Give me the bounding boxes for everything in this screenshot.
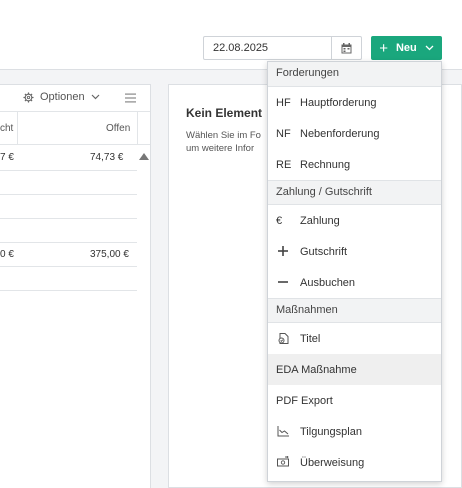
table-cell-offen: 375,00 € [90,249,129,260]
menu-item-pdf-export[interactable]: PDF Export [268,385,441,416]
new-button[interactable]: + Neu [371,36,442,60]
menu-item-zahlung[interactable]: € Zahlung [268,205,441,236]
menu-item-label: EDA Maßnahme [276,363,357,376]
table-header: cht Offen [0,112,150,145]
column-header-partial[interactable]: cht [0,123,13,134]
menu-item-titel[interactable]: Titel [268,323,441,354]
date-input[interactable]: 22.08.2025 [203,36,332,60]
menu-item-rechnung[interactable]: RE Rechnung [268,149,441,180]
euro-icon: € [276,214,283,227]
top-bar [0,0,462,26]
menu-item-eda-massnahme[interactable]: EDA Maßnahme [268,354,441,385]
section-header-forderungen: Forderungen [268,62,441,87]
table-cell: 7 € [0,152,14,163]
column-header-offen[interactable]: Offen [106,123,130,134]
row-divider [0,218,137,219]
menu-item-label: Gutschrift [300,245,348,258]
items-table-panel: Optionen cht Offen 7 € 74,73 € 0 € 375,0… [0,84,151,488]
menu-item-label: Hauptforderung [300,96,377,109]
menu-item-label: Titel [300,332,321,345]
table-cell-offen: 74,73 € [90,152,124,163]
menu-item-ueberweisung[interactable]: Überweisung [268,447,441,478]
hamburger-menu-icon[interactable] [125,93,136,103]
menu-item-label: Tilgungsplan [300,425,362,438]
table-toolbar: Optionen [0,85,150,112]
calendar-button[interactable] [331,36,362,60]
row-divider [0,242,137,243]
menu-item-abbr: HF [276,96,291,109]
menu-item-hauptforderung[interactable]: HF Hauptforderung [268,87,441,118]
new-button-label: Neu [395,42,417,54]
row-divider [0,290,137,291]
chevron-down-icon [425,45,434,51]
minus-icon [276,275,290,289]
money-transfer-icon [276,455,290,469]
menu-item-label: Zahlung [300,214,340,227]
section-header-massnahmen: Maßnahmen [268,298,441,323]
menu-item-label: PDF Export [276,394,333,407]
column-divider [17,112,18,144]
row-divider [0,194,137,195]
table-cell: 0 € [0,249,14,260]
menu-item-tilgungsplan[interactable]: Tilgungsplan [268,416,441,447]
section-header-zahlung-gutschrift: Zahlung / Gutschrift [268,180,441,205]
menu-item-abbr: NF [276,127,291,140]
gear-icon [23,91,34,103]
row-divider [0,170,137,171]
new-dropdown-menu: Forderungen HF Hauptforderung NF Nebenfo… [267,61,442,482]
empty-state-line: um weitere Infor [186,143,255,154]
options-dropdown[interactable]: Optionen [23,91,100,103]
empty-state-title: Kein Element [186,106,263,120]
calendar-icon [341,42,352,53]
empty-state-line: Wählen Sie im Fo [186,130,261,141]
menu-item-label: Nebenforderung [300,127,380,140]
menu-item-nebenforderung[interactable]: NF Nebenforderung [268,118,441,149]
chart-icon [276,424,290,438]
column-divider [137,112,138,144]
menu-item-label: Rechnung [300,158,351,171]
menu-item-gutschrift[interactable]: Gutschrift [268,236,441,267]
row-divider [0,266,137,267]
menu-item-label: Überweisung [300,456,365,469]
menu-item-label: Ausbuchen [300,276,356,289]
plus-icon [276,244,290,258]
title-document-icon [276,331,290,345]
chevron-down-icon [91,94,100,100]
empty-state-description: Wählen Sie im Fo um weitere Infor [186,129,261,155]
plus-icon: + [379,39,388,57]
options-label: Optionen [40,91,85,103]
menu-item-abbr: RE [276,158,292,171]
menu-item-ausbuchen[interactable]: Ausbuchen [268,267,441,298]
scroll-up-arrow-icon[interactable] [139,153,149,160]
